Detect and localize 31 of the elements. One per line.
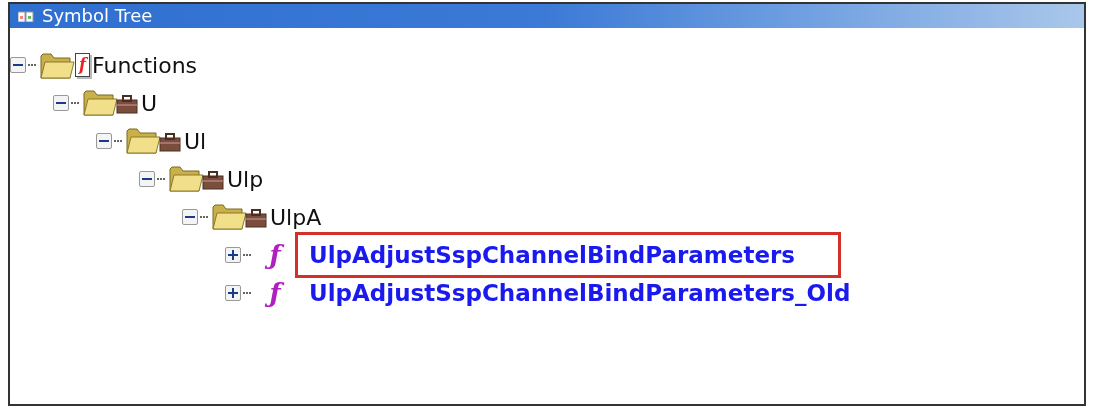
collapse-button[interactable]: [182, 209, 198, 225]
folder-with-toolbox-icon: [126, 125, 182, 157]
collapse-button[interactable]: [96, 133, 112, 149]
folder-item[interactable]: Ulp: [227, 166, 264, 192]
documents-icon: [18, 10, 34, 22]
folder-item[interactable]: Ul: [184, 128, 207, 154]
plus-icon: [228, 288, 238, 298]
function-item[interactable]: UlpAdjustSspChannelBindParameters_Old: [309, 279, 851, 306]
minus-icon: [56, 102, 66, 104]
document-icon: f: [75, 53, 90, 77]
collapse-button[interactable]: [139, 171, 155, 187]
folder-with-toolbox-icon: [169, 163, 225, 195]
window-title: Symbol Tree: [42, 7, 153, 25]
folder-item[interactable]: UlpA: [270, 204, 322, 230]
folder-with-toolbox-icon: [212, 201, 268, 233]
function-item[interactable]: UlpAdjustSspChannelBindParameters: [309, 241, 796, 268]
folder-item[interactable]: U: [141, 90, 158, 116]
function-icon: ƒ: [265, 280, 285, 306]
collapse-button[interactable]: [53, 95, 69, 111]
folder-with-toolbox-icon: [83, 87, 139, 119]
expand-button[interactable]: [225, 247, 241, 263]
minus-icon: [185, 216, 195, 218]
plus-icon: [228, 250, 238, 260]
minus-icon: [142, 178, 152, 180]
function-icon: ƒ: [265, 242, 285, 268]
minus-icon: [99, 140, 109, 142]
collapse-button[interactable]: [10, 57, 26, 73]
minus-icon: [13, 64, 23, 66]
folder-icon: [40, 50, 75, 80]
expand-button[interactable]: [225, 285, 241, 301]
folder-item[interactable]: Functions: [92, 52, 198, 78]
